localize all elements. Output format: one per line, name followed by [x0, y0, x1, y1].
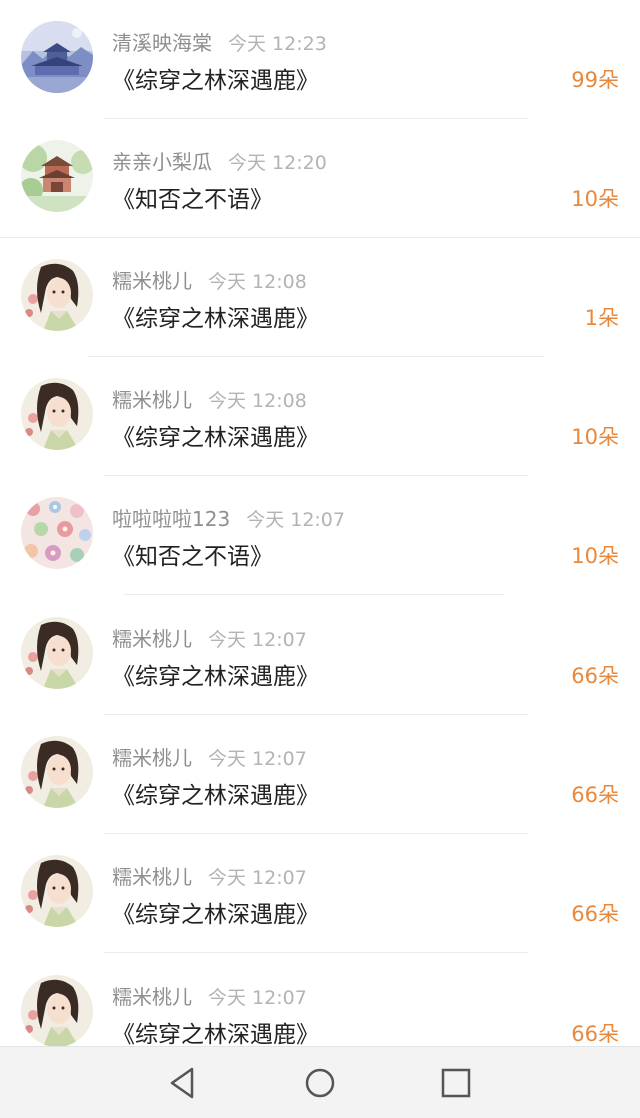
anime-girl-avatar[interactable] — [21, 617, 93, 689]
username[interactable]: 糯米桃儿 — [112, 388, 192, 412]
flower-amount: 10朵 — [571, 425, 619, 449]
flower-amount: 66朵 — [571, 664, 619, 688]
list-item[interactable]: 糯米桃儿 今天 12:07 《综穿之林深遇鹿》 66朵 — [0, 954, 640, 1046]
list-item-meta: 糯米桃儿 今天 12:07 — [112, 623, 307, 651]
list-item-meta: 啦啦啦啦123 今天 12:07 — [112, 503, 345, 531]
system-navigation-bar — [0, 1046, 640, 1118]
list-item-meta: 糯米桃儿 今天 12:07 — [112, 981, 307, 1009]
gift-record-screen: 清溪映海棠 今天 12:23 《综穿之林深遇鹿》 99朵 亲亲小梨瓜 今天 12… — [0, 0, 640, 1118]
username[interactable]: 清溪映海棠 — [112, 31, 212, 55]
username[interactable]: 糯米桃儿 — [112, 865, 192, 889]
anime-girl-avatar[interactable] — [21, 855, 93, 927]
list-item[interactable]: 啦啦啦啦123 今天 12:07 《知否之不语》 10朵 — [0, 476, 640, 595]
anime-girl-avatar[interactable] — [21, 975, 93, 1046]
pavilion-painting-avatar[interactable] — [21, 140, 93, 212]
list-item-meta: 糯米桃儿 今天 12:08 — [112, 384, 307, 412]
list-item[interactable]: 糯米桃儿 今天 12:07 《综穿之林深遇鹿》 66朵 — [0, 834, 640, 953]
timestamp: 今天 12:08 — [208, 390, 307, 412]
divider — [104, 952, 528, 953]
username[interactable]: 糯米桃儿 — [112, 269, 192, 293]
book-title[interactable]: 《综穿之林深遇鹿》 — [112, 299, 319, 333]
list-item-meta: 糯米桃儿 今天 12:07 — [112, 742, 307, 770]
flower-amount: 66朵 — [571, 1022, 619, 1046]
gift-list[interactable]: 清溪映海棠 今天 12:23 《综穿之林深遇鹿》 99朵 亲亲小梨瓜 今天 12… — [0, 0, 640, 1046]
book-title[interactable]: 《综穿之林深遇鹿》 — [112, 895, 319, 929]
list-item[interactable]: 糯米桃儿 今天 12:07 《综穿之林深遇鹿》 66朵 — [0, 596, 640, 715]
list-item[interactable]: 糯米桃儿 今天 12:08 《综穿之林深遇鹿》 10朵 — [0, 357, 640, 476]
flower-amount: 66朵 — [571, 783, 619, 807]
divider — [124, 594, 504, 595]
username[interactable]: 糯米桃儿 — [112, 627, 192, 651]
book-title[interactable]: 《综穿之林深遇鹿》 — [112, 1015, 319, 1046]
list-item-meta: 清溪映海棠 今天 12:23 — [112, 27, 327, 55]
flower-amount: 66朵 — [571, 902, 619, 926]
home-circle-icon[interactable] — [298, 1061, 342, 1105]
list-item-meta: 糯米桃儿 今天 12:07 — [112, 861, 307, 889]
timestamp: 今天 12:20 — [228, 152, 327, 174]
back-triangle-icon[interactable] — [160, 1061, 204, 1105]
timestamp: 今天 12:07 — [208, 748, 307, 770]
book-title[interactable]: 《知否之不语》 — [112, 180, 273, 214]
book-title[interactable]: 《综穿之林深遇鹿》 — [112, 418, 319, 452]
list-item-meta: 亲亲小梨瓜 今天 12:20 — [112, 146, 327, 174]
anime-girl-avatar[interactable] — [21, 736, 93, 808]
flower-amount: 99朵 — [571, 68, 619, 92]
floral-pattern-avatar[interactable] — [21, 497, 93, 569]
timestamp: 今天 12:07 — [208, 629, 307, 651]
username[interactable]: 啦啦啦啦123 — [112, 507, 230, 531]
anime-girl-avatar[interactable] — [21, 378, 93, 450]
book-title[interactable]: 《综穿之林深遇鹿》 — [112, 657, 319, 691]
list-item[interactable]: 亲亲小梨瓜 今天 12:20 《知否之不语》 10朵 — [0, 119, 640, 238]
flower-amount: 10朵 — [571, 544, 619, 568]
list-item[interactable]: 糯米桃儿 今天 12:07 《综穿之林深遇鹿》 66朵 — [0, 715, 640, 834]
palace-painting-avatar[interactable] — [21, 21, 93, 93]
book-title[interactable]: 《知否之不语》 — [112, 537, 273, 571]
list-item-meta: 糯米桃儿 今天 12:08 — [112, 265, 307, 293]
timestamp: 今天 12:07 — [208, 867, 307, 889]
flower-amount: 10朵 — [571, 187, 619, 211]
timestamp: 今天 12:08 — [208, 271, 307, 293]
timestamp: 今天 12:07 — [246, 509, 345, 531]
username[interactable]: 糯米桃儿 — [112, 746, 192, 770]
list-item[interactable]: 清溪映海棠 今天 12:23 《综穿之林深遇鹿》 99朵 — [0, 0, 640, 119]
username[interactable]: 糯米桃儿 — [112, 985, 192, 1009]
list-item[interactable]: 糯米桃儿 今天 12:08 《综穿之林深遇鹿》 1朵 — [0, 238, 640, 357]
book-title[interactable]: 《综穿之林深遇鹿》 — [112, 61, 319, 95]
username[interactable]: 亲亲小梨瓜 — [112, 150, 212, 174]
timestamp: 今天 12:07 — [208, 987, 307, 1009]
anime-girl-avatar[interactable] — [21, 259, 93, 331]
book-title[interactable]: 《综穿之林深遇鹿》 — [112, 776, 319, 810]
flower-amount: 1朵 — [584, 306, 619, 330]
timestamp: 今天 12:23 — [228, 33, 327, 55]
recents-square-icon[interactable] — [434, 1061, 478, 1105]
